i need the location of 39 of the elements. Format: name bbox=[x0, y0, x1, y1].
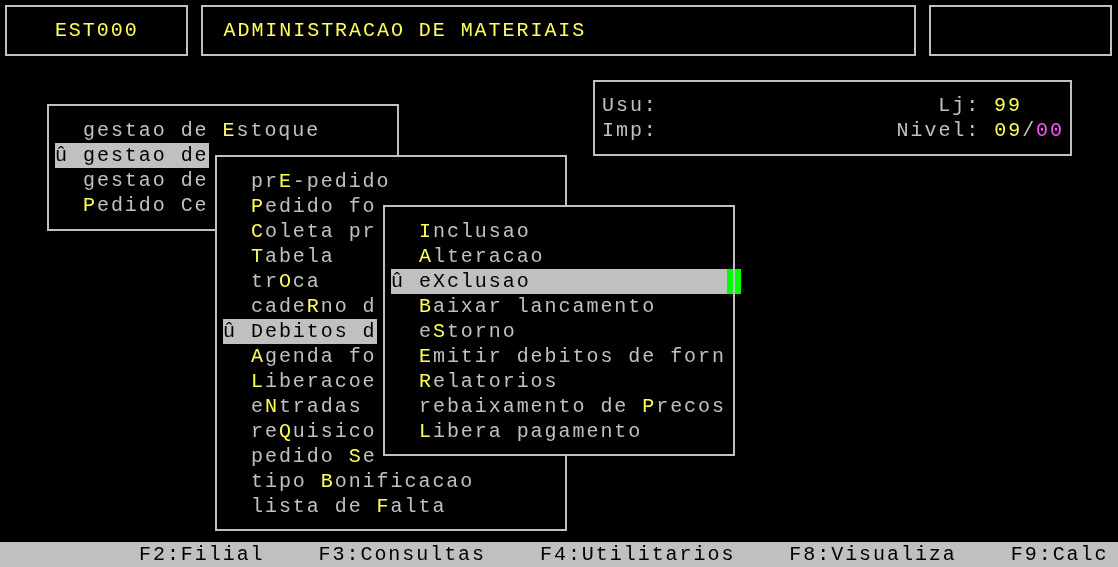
menu-item[interactable]: û gestao de bbox=[55, 143, 209, 168]
menu-item[interactable]: Agenda fo bbox=[223, 344, 377, 369]
menu-item[interactable]: Pedido Ce bbox=[55, 193, 209, 218]
menu-item[interactable]: Coleta pr bbox=[223, 219, 377, 244]
menu-item[interactable]: Pedido fo bbox=[223, 194, 377, 219]
menu-item[interactable]: Emitir debitos de forn bbox=[391, 344, 727, 369]
function-key-hint[interactable]: F8:Visualiza bbox=[789, 542, 957, 567]
access-level: Nivel: 09/00 bbox=[896, 118, 1064, 143]
menu-item[interactable]: û Debitos d bbox=[223, 319, 377, 344]
menu-item[interactable]: rebaixamento de P recos bbox=[391, 394, 727, 419]
menu-item[interactable]: Tabela bbox=[223, 244, 335, 269]
menu-item[interactable]: lista de Falta bbox=[223, 494, 447, 519]
menu-item[interactable]: pedido Se bbox=[223, 444, 377, 469]
menu-item[interactable]: Alteracao bbox=[391, 244, 727, 269]
menu-item[interactable]: Libera pagamento bbox=[391, 419, 727, 444]
user-label: Usu: bbox=[602, 93, 658, 118]
menu-item[interactable]: trOca bbox=[223, 269, 321, 294]
menu-item[interactable]: û eXclusao bbox=[391, 269, 727, 294]
window-title: ADMINISTRACAO DE MATERIAIS bbox=[201, 5, 916, 56]
function-key-hint[interactable]: F9:Calc bbox=[1010, 542, 1109, 567]
function-key-hint[interactable]: F4:Utilitarios bbox=[540, 542, 736, 567]
menu-item[interactable]: tipo Bonificacao bbox=[223, 469, 475, 494]
menu-item[interactable]: I nclusao bbox=[391, 219, 727, 244]
menu-item[interactable]: cadeRno d bbox=[223, 294, 377, 319]
menu-item[interactable]: Baixar lancamento bbox=[391, 294, 727, 319]
menu-item[interactable]: Liberacoe bbox=[223, 369, 377, 394]
menu-item[interactable]: Relatorios bbox=[391, 369, 727, 394]
function-key-hint[interactable]: F3:Consultas bbox=[318, 542, 486, 567]
menu-item[interactable]: eS torno bbox=[391, 319, 727, 344]
scroll-marker-icon bbox=[727, 269, 741, 294]
menu-item[interactable]: eN tradas bbox=[223, 394, 363, 419]
menu-item[interactable]: reQuisico bbox=[223, 419, 377, 444]
store-number: Lj: 99 bbox=[938, 93, 1023, 118]
menu-item[interactable]: gestao de Estoque bbox=[55, 118, 321, 143]
printer-label: Imp: bbox=[602, 118, 658, 143]
menu-item[interactable]: gestao de bbox=[55, 168, 209, 193]
function-key-hint[interactable]: F2:Filial bbox=[139, 542, 265, 567]
menu-item[interactable]: prE-pedido bbox=[223, 169, 391, 194]
program-code: EST000 bbox=[5, 5, 189, 56]
